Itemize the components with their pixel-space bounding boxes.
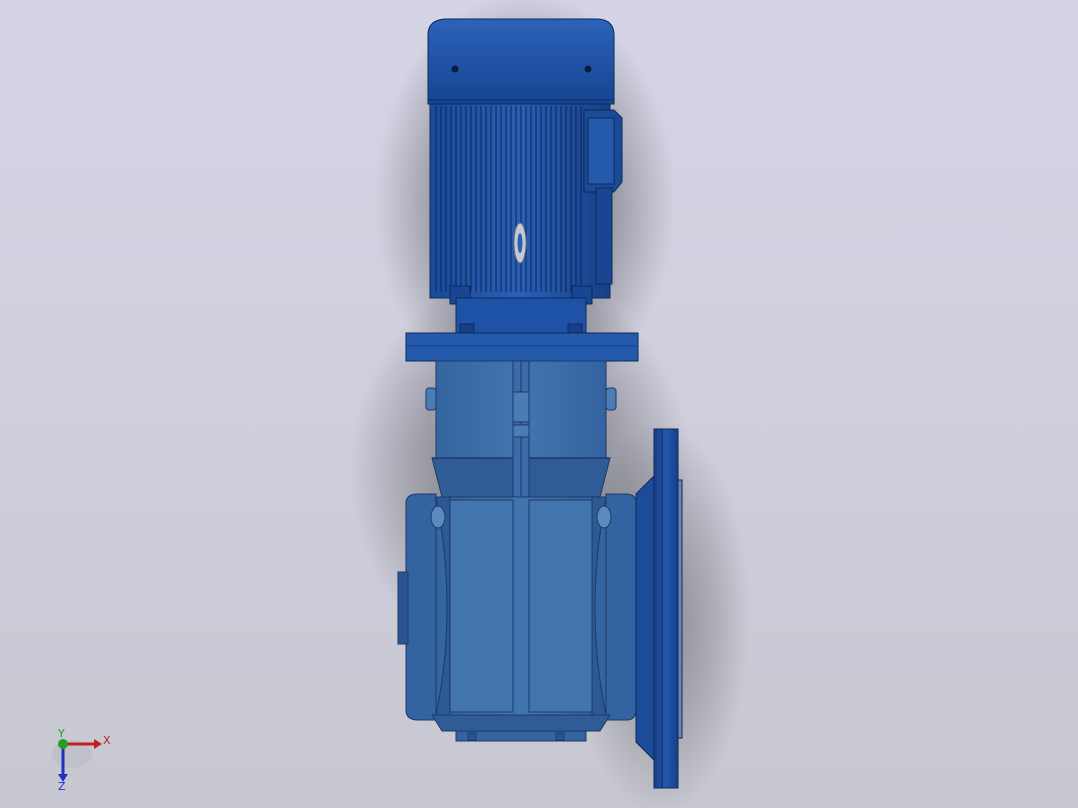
output-hub-left[interactable]	[405, 493, 437, 721]
y-axis-label: Y	[57, 727, 65, 740]
cad-viewport[interactable]: X Y Z	[0, 0, 1078, 808]
z-axis-label: Z	[58, 780, 66, 793]
output-flange-plate[interactable]	[653, 428, 679, 789]
y-axis-marker	[58, 739, 68, 749]
motor-finned-body[interactable]	[429, 103, 611, 299]
cap-bolt-right	[584, 65, 592, 73]
cad-canvas[interactable]: X Y Z	[0, 0, 1078, 808]
x-axis-label: X	[103, 734, 111, 747]
motor-neck	[455, 297, 587, 335]
motor-flange[interactable]	[405, 332, 639, 362]
motor-fan-cover[interactable]	[427, 18, 615, 105]
output-shaft-cap	[397, 571, 409, 645]
output-hub-right[interactable]	[605, 493, 637, 721]
cap-bolt-left	[451, 65, 459, 73]
